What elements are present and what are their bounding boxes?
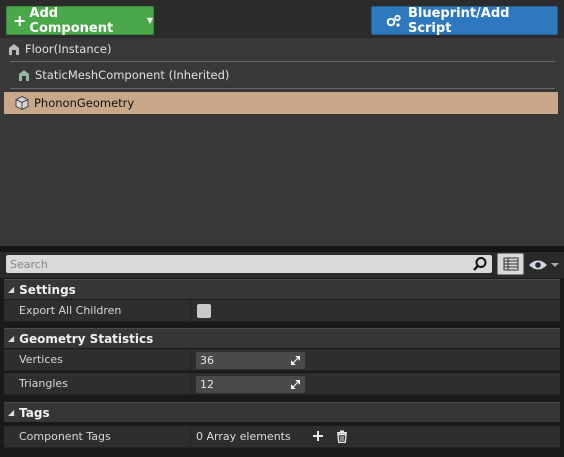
- property-label: Vertices: [19, 353, 63, 366]
- collapse-triangle-icon: ◢: [8, 334, 15, 343]
- tree-item-label: StaticMeshComponent (Inherited): [35, 68, 230, 82]
- search-box[interactable]: [6, 255, 492, 273]
- spin-drag-icon: [291, 380, 300, 389]
- components-panel: + Add Component ▼ Blueprint/Add Script F…: [0, 0, 564, 246]
- property-component-tags: Component Tags 0 Array elements: [4, 426, 560, 448]
- trash-icon[interactable]: [336, 430, 348, 443]
- tree-item-label: Floor(Instance): [25, 42, 112, 56]
- gears-icon: [386, 14, 401, 27]
- add-element-icon[interactable]: [312, 430, 324, 442]
- property-triangles: Triangles 12: [4, 373, 560, 395]
- array-count: 0 Array elements: [196, 430, 291, 443]
- column-divider[interactable]: [190, 373, 191, 395]
- view-options-button[interactable]: [497, 253, 524, 275]
- triangles-field[interactable]: 12: [196, 376, 305, 393]
- category-geometry-statistics[interactable]: ◢ Geometry Statistics: [4, 328, 560, 348]
- static-mesh-icon: [19, 70, 29, 81]
- blueprint-add-script-label: Blueprint/Add Script: [407, 5, 510, 36]
- export-all-children-checkbox[interactable]: [197, 304, 211, 318]
- property-label: Export All Children: [19, 304, 122, 317]
- details-search-row: [0, 252, 564, 278]
- category-title: Settings: [19, 282, 76, 297]
- tree-item-static-mesh-component[interactable]: StaticMeshComponent (Inherited): [4, 64, 558, 86]
- property-label: Component Tags: [19, 430, 111, 443]
- eye-icon: [529, 260, 547, 270]
- add-component-label: Add Component: [29, 5, 114, 36]
- triangles-value: 12: [200, 378, 214, 391]
- details-panel: ◢ Settings Export All Children ◢ Geometr…: [0, 252, 564, 457]
- visibility-filter-button[interactable]: [528, 256, 560, 274]
- tree-separator: [10, 61, 555, 62]
- collapse-triangle-icon: ◢: [8, 285, 15, 294]
- column-divider[interactable]: [190, 300, 191, 322]
- column-divider[interactable]: [190, 426, 191, 448]
- spin-drag-icon: [291, 356, 300, 365]
- tree-item-label: PhononGeometry: [34, 96, 135, 110]
- tree-item-phonon-geometry[interactable]: PhononGeometry: [4, 92, 558, 114]
- vertices-field[interactable]: 36: [196, 352, 305, 369]
- chevron-down-icon: [551, 263, 559, 267]
- category-tags[interactable]: ◢ Tags: [4, 402, 560, 422]
- column-divider[interactable]: [190, 349, 191, 371]
- cube-icon: [15, 95, 29, 111]
- search-input[interactable]: [10, 256, 460, 272]
- add-component-button[interactable]: + Add Component ▼: [6, 5, 154, 36]
- tree-separator: [10, 88, 555, 89]
- chevron-down-icon: ▼: [146, 16, 153, 25]
- tree-item-floor[interactable]: Floor(Instance): [4, 38, 558, 60]
- vertices-value: 36: [200, 354, 214, 367]
- blueprint-add-script-button[interactable]: Blueprint/Add Script: [371, 5, 558, 36]
- category-title: Geometry Statistics: [19, 331, 154, 346]
- category-settings[interactable]: ◢ Settings: [4, 279, 560, 299]
- plus-icon: +: [13, 10, 27, 30]
- property-vertices: Vertices 36: [4, 349, 560, 371]
- actor-icon: [9, 44, 19, 55]
- property-matrix-icon: [503, 257, 518, 271]
- property-label: Triangles: [19, 377, 68, 390]
- search-icon[interactable]: [472, 256, 488, 272]
- category-title: Tags: [19, 405, 50, 420]
- collapse-triangle-icon: ◢: [8, 408, 15, 417]
- components-toolbar: + Add Component ▼ Blueprint/Add Script: [0, 0, 564, 38]
- property-export-all-children: Export All Children: [4, 300, 560, 322]
